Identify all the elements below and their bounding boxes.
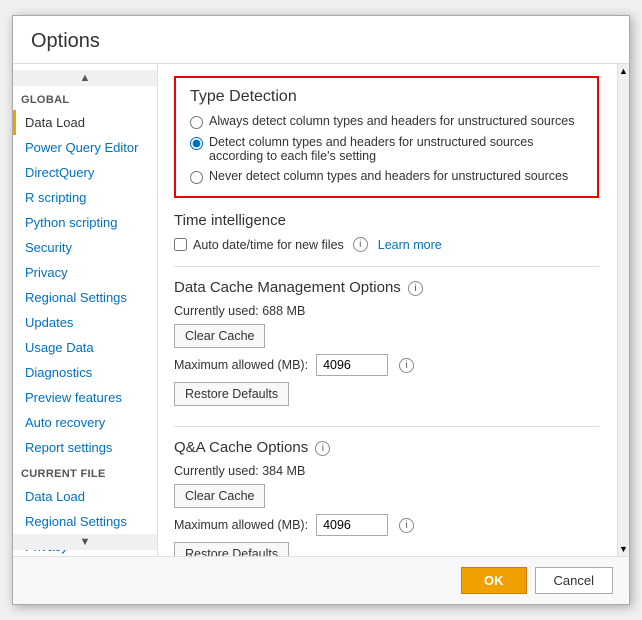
qa-cache-title: Q&A Cache Options i <box>174 439 599 458</box>
sidebar-item-privacy-global[interactable]: Privacy <box>13 260 157 285</box>
sidebar: ▲ GLOBAL Data Load Power Query Editor Di… <box>13 64 158 556</box>
sidebar-item-directquery[interactable]: DirectQuery <box>13 160 157 185</box>
sidebar-item-security[interactable]: Security <box>13 235 157 260</box>
time-intelligence-section: Time intelligence Auto date/time for new… <box>174 212 599 252</box>
dialog-body: ▲ GLOBAL Data Load Power Query Editor Di… <box>13 64 629 556</box>
scroll-up-icon: ▲ <box>80 72 91 84</box>
qa-cache-max-row: Maximum allowed (MB): i <box>174 514 599 536</box>
data-cache-info-icon: i <box>408 281 423 296</box>
qa-cache-title-text: Q&A Cache Options <box>174 439 308 456</box>
data-cache-title-text: Data Cache Management Options <box>174 279 401 296</box>
content-scroll-up[interactable]: ▲ <box>618 64 629 78</box>
content-scrollbar: ▲ ▼ <box>617 64 629 556</box>
scroll-down-icon: ▼ <box>80 536 91 548</box>
sidebar-item-regional-settings-global[interactable]: Regional Settings <box>13 285 157 310</box>
main-content: Type Detection Always detect column type… <box>158 64 617 556</box>
sidebar-scroll-down[interactable]: ▼ <box>13 534 157 550</box>
dialog-footer: OK Cancel <box>13 556 629 604</box>
type-detection-section: Type Detection Always detect column type… <box>174 76 599 198</box>
sidebar-item-data-load-current[interactable]: Data Load <box>13 484 157 509</box>
current-file-section-label: CURRENT FILE <box>13 460 157 484</box>
radio-never-label: Never detect column types and headers fo… <box>209 169 568 183</box>
sidebar-scroll-up[interactable]: ▲ <box>13 70 157 86</box>
sidebar-item-auto-recovery-global[interactable]: Auto recovery <box>13 410 157 435</box>
sidebar-item-power-query-editor[interactable]: Power Query Editor <box>13 135 157 160</box>
data-cache-section: Data Cache Management Options i Currentl… <box>174 279 599 412</box>
data-cache-title: Data Cache Management Options i <box>174 279 599 298</box>
ok-button[interactable]: OK <box>461 567 527 594</box>
type-detection-title: Type Detection <box>190 88 583 106</box>
type-detection-radio-group: Always detect column types and headers f… <box>190 114 583 184</box>
global-section-label: GLOBAL <box>13 86 157 110</box>
data-cache-max-row: Maximum allowed (MB): i <box>174 354 599 376</box>
time-intelligence-title: Time intelligence <box>174 212 599 231</box>
sidebar-item-updates[interactable]: Updates <box>13 310 157 335</box>
sidebar-item-python-scripting[interactable]: Python scripting <box>13 210 157 235</box>
qa-cache-section: Q&A Cache Options i Currently used: 384 … <box>174 439 599 556</box>
radio-always-input[interactable] <box>190 116 203 129</box>
qa-cache-info-icon: i <box>315 441 330 456</box>
radio-always[interactable]: Always detect column types and headers f… <box>190 114 583 129</box>
data-cache-max-info-icon: i <box>399 358 414 373</box>
auto-datetime-checkbox[interactable] <box>174 238 187 251</box>
qa-cache-used: Currently used: 384 MB <box>174 464 599 478</box>
divider-2 <box>174 426 599 427</box>
options-dialog: Options ▲ GLOBAL Data Load Power Query E… <box>12 15 630 605</box>
radio-per-file-label: Detect column types and headers for unst… <box>209 135 583 163</box>
sidebar-item-report-settings[interactable]: Report settings <box>13 435 157 460</box>
radio-per-file-input[interactable] <box>190 137 203 150</box>
dialog-title: Options <box>13 16 629 64</box>
qa-cache-max-info-icon: i <box>399 518 414 533</box>
data-cache-clear-button[interactable]: Clear Cache <box>174 324 265 348</box>
data-cache-max-input[interactable] <box>316 354 388 376</box>
auto-datetime-label: Auto date/time for new files <box>193 238 344 252</box>
divider-1 <box>174 266 599 267</box>
radio-never[interactable]: Never detect column types and headers fo… <box>190 169 583 184</box>
learn-more-link[interactable]: Learn more <box>378 238 442 252</box>
sidebar-item-preview-features[interactable]: Preview features <box>13 385 157 410</box>
data-cache-used: Currently used: 688 MB <box>174 304 599 318</box>
sidebar-item-data-load-global[interactable]: Data Load <box>13 110 157 135</box>
content-scroll-down[interactable]: ▼ <box>618 542 629 556</box>
cancel-button[interactable]: Cancel <box>535 567 613 594</box>
sidebar-item-usage-data[interactable]: Usage Data <box>13 335 157 360</box>
time-intelligence-row: Auto date/time for new files i Learn mor… <box>174 237 599 252</box>
radio-per-file[interactable]: Detect column types and headers for unst… <box>190 135 583 163</box>
auto-datetime-info-icon: i <box>353 237 368 252</box>
data-cache-restore-button[interactable]: Restore Defaults <box>174 382 289 406</box>
qa-cache-clear-button[interactable]: Clear Cache <box>174 484 265 508</box>
sidebar-item-r-scripting[interactable]: R scripting <box>13 185 157 210</box>
qa-cache-max-label: Maximum allowed (MB): <box>174 518 308 532</box>
radio-always-label: Always detect column types and headers f… <box>209 114 574 128</box>
qa-cache-restore-button[interactable]: Restore Defaults <box>174 542 289 556</box>
data-cache-max-label: Maximum allowed (MB): <box>174 358 308 372</box>
radio-never-input[interactable] <box>190 171 203 184</box>
qa-cache-max-input[interactable] <box>316 514 388 536</box>
sidebar-item-diagnostics[interactable]: Diagnostics <box>13 360 157 385</box>
sidebar-item-regional-settings-current[interactable]: Regional Settings <box>13 509 157 534</box>
